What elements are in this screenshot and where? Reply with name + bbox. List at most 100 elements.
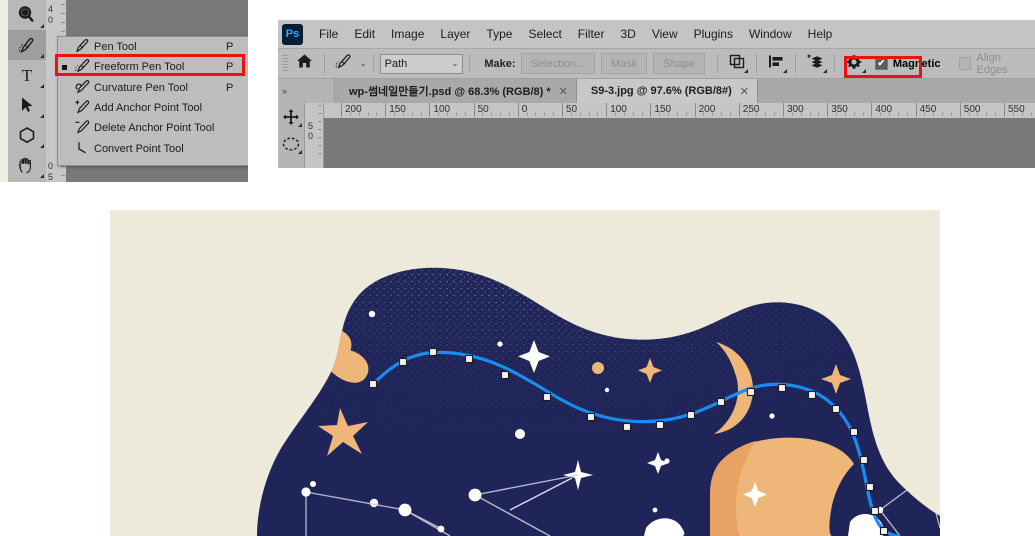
menu-select[interactable]: Select <box>520 25 569 43</box>
menu-file[interactable]: File <box>311 25 346 43</box>
ruler-minor-tick <box>367 112 369 116</box>
menu-layer[interactable]: Layer <box>432 25 478 43</box>
ruler-minor-tick <box>676 112 678 116</box>
left-toolbar: T <box>8 0 47 182</box>
ruler-tick <box>429 103 431 117</box>
vertical-ruler[interactable]: 5 0 <box>305 103 324 168</box>
menu-3d[interactable]: 3D <box>612 25 643 43</box>
move-tool[interactable] <box>278 103 304 130</box>
home-button[interactable] <box>292 53 318 75</box>
ruler-minor-tick <box>535 112 537 116</box>
make-shape-button[interactable]: Shape <box>653 53 706 74</box>
ruler-minor-tick <box>703 112 705 116</box>
ruler-minor-tick <box>318 121 322 122</box>
polygon-tool[interactable] <box>8 120 46 150</box>
constellation-node <box>468 488 482 502</box>
ruler-minor-tick <box>447 112 449 116</box>
star-dot <box>515 429 525 439</box>
pen-tool-flyout-menu: Pen Tool P Freeform Pen Tool P Curvature… <box>57 36 248 166</box>
menu-item-curvature-pen-tool[interactable]: Curvature Pen Tool P <box>58 78 248 98</box>
menu-type[interactable]: Type <box>478 25 520 43</box>
zoom-tool[interactable] <box>8 0 46 30</box>
selected-bullet-icon <box>62 65 67 71</box>
ruler-minor-tick <box>897 112 899 116</box>
tool-flyout-screenshot: T 4 0 0 5 Pen Tool P Freeform Pen Tool P… <box>0 0 248 182</box>
magnetic-checkbox[interactable]: ✔ Magnetic <box>874 57 941 70</box>
ruler-minor-tick <box>597 112 599 116</box>
menu-edit[interactable]: Edit <box>346 25 383 43</box>
dock-collapse-button[interactable]: » <box>278 79 335 103</box>
ruler-minor-tick <box>61 22 65 23</box>
menu-image[interactable]: Image <box>383 25 432 43</box>
star-dot <box>369 498 379 508</box>
align-edges-checkbox[interactable]: ✔ Align Edges <box>958 52 1035 76</box>
menu-help[interactable]: Help <box>800 25 841 43</box>
menu-item-label: Add Anchor Point Tool <box>94 102 203 115</box>
tool-corner-triangle-icon <box>40 144 44 148</box>
ruler-minor-tick <box>318 105 322 106</box>
ruler-minor-tick <box>615 112 617 116</box>
tab-title: S9-3.jpg @ 97.6% (RGB/8#) <box>590 85 732 97</box>
close-icon[interactable]: ✕ <box>740 85 749 98</box>
path-alignment-button[interactable] <box>763 53 789 75</box>
document-area: 5 0 200 150 100 50 0 50 100 150 200 250 300 350 400 4… <box>278 103 1035 168</box>
photoshop-window-screenshot: Ps File Edit Image Layer Type Select Fil… <box>278 20 1035 168</box>
ruler-minor-tick <box>668 112 670 116</box>
close-icon[interactable]: ✕ <box>559 85 568 98</box>
curvature-pen-icon <box>72 79 94 97</box>
path-arrangement-button[interactable] <box>802 53 828 75</box>
ruler-minor-tick <box>1012 112 1014 116</box>
ruler-minor-tick <box>818 112 820 116</box>
menu-filter[interactable]: Filter <box>570 25 613 43</box>
type-tool[interactable]: T <box>8 60 46 90</box>
home-icon <box>296 53 313 74</box>
document-tab-jpg[interactable]: S9-3.jpg @ 97.6% (RGB/8#) ✕ <box>576 79 759 103</box>
shape-tool-partial[interactable] <box>8 180 46 182</box>
divider <box>756 54 758 73</box>
checkbox-checked-icon: ✔ <box>874 57 888 70</box>
menu-item-freeform-pen-tool[interactable]: Freeform Pen Tool P <box>58 57 248 77</box>
ruler-minor-tick <box>438 112 440 116</box>
pen-icon <box>72 38 94 56</box>
night-sky-illustration[interactable] <box>110 210 940 536</box>
canvas-viewport[interactable] <box>324 118 1035 168</box>
rotate-view-tool[interactable] <box>8 150 46 180</box>
document-tab-psd[interactable]: wp-썸네일만들기.psd @ 68.3% (RGB/8) * ✕ <box>335 79 577 103</box>
ruler-minor-tick <box>836 112 838 116</box>
menu-item-label: Curvature Pen Tool <box>94 81 188 94</box>
path-operations-button[interactable] <box>724 53 750 75</box>
freeform-pen-icon <box>72 58 94 76</box>
freeform-pen-tool[interactable] <box>8 30 46 60</box>
make-mask-button[interactable]: Mask <box>600 53 648 74</box>
path-mode-select[interactable]: Path ⌄ <box>379 53 464 74</box>
ruler-minor-tick <box>844 112 846 116</box>
ruler-minor-tick <box>800 112 802 116</box>
make-selection-button[interactable]: Selection... <box>520 53 595 74</box>
ruler-tick <box>738 103 740 117</box>
menu-view[interactable]: View <box>644 25 686 43</box>
horizontal-ruler[interactable]: 200 150 100 50 0 50 100 150 200 250 300 350 400 450 50… <box>324 103 1035 119</box>
tool-preset-caret-icon[interactable]: ⌄ <box>360 59 367 68</box>
menu-item-label: Convert Point Tool <box>94 142 184 155</box>
document-tab-bar: » wp-썸네일만들기.psd @ 68.3% (RGB/8) * ✕ S9-3… <box>278 79 1035 103</box>
ruler-minor-tick <box>942 112 944 116</box>
path-settings-button[interactable] <box>841 53 867 75</box>
menu-item-delete-anchor-point-tool[interactable]: Delete Anchor Point Tool <box>58 118 248 138</box>
menu-item-add-anchor-point-tool[interactable]: Add Anchor Point Tool <box>58 98 248 118</box>
elliptical-marquee-tool[interactable] <box>278 130 304 157</box>
menu-item-pen-tool[interactable]: Pen Tool P <box>58 37 248 57</box>
current-tool-button[interactable] <box>331 53 357 75</box>
menu-item-convert-point-tool[interactable]: Convert Point Tool <box>58 138 248 158</box>
menu-item-shortcut: P <box>226 61 234 74</box>
path-selection-tool[interactable] <box>8 90 46 120</box>
menu-plugins[interactable]: Plugins <box>686 25 741 43</box>
ruler-tick <box>694 103 696 117</box>
ruler-minor-tick <box>570 112 572 116</box>
ruler-minor-tick <box>906 112 908 116</box>
options-bar-grip[interactable] <box>282 54 288 73</box>
make-label: Make: <box>484 57 516 70</box>
menu-window[interactable]: Window <box>741 25 800 43</box>
ruler-minor-tick <box>659 112 661 116</box>
path-settings-gear-icon <box>845 53 863 75</box>
ruler-minor-tick <box>721 112 723 116</box>
